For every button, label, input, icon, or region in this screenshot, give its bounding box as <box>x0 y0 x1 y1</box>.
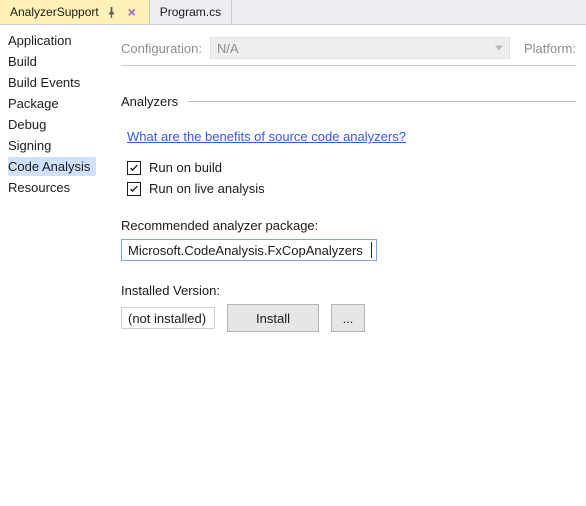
sidebar-item-debug[interactable]: Debug <box>8 115 107 134</box>
sidebar-item-signing[interactable]: Signing <box>8 136 107 155</box>
installed-version-value: (not installed) <box>121 307 215 329</box>
run-on-build-checkbox[interactable] <box>127 161 141 175</box>
sidebar-item-code-analysis[interactable]: Code Analysis <box>8 157 96 176</box>
configuration-select[interactable]: N/A <box>210 37 510 59</box>
tab-label: AnalyzerSupport <box>10 5 99 19</box>
divider <box>188 101 576 102</box>
recommended-package-value: Microsoft.CodeAnalysis.FxCopAnalyzers <box>128 243 363 258</box>
code-analysis-panel: Configuration: N/A Platform: Analyzers W… <box>107 25 586 506</box>
run-on-live-checkbox[interactable] <box>127 182 141 196</box>
browse-package-button[interactable]: ... <box>331 304 365 332</box>
configuration-value: N/A <box>217 41 239 56</box>
sidebar-item-application[interactable]: Application <box>8 31 107 50</box>
run-on-live-label: Run on live analysis <box>149 181 265 196</box>
close-icon[interactable]: × <box>125 5 139 19</box>
sidebar-item-build-events[interactable]: Build Events <box>8 73 107 92</box>
sidebar-item-build[interactable]: Build <box>8 52 107 71</box>
pin-icon[interactable] <box>105 5 119 19</box>
installed-version-label: Installed Version: <box>121 283 576 298</box>
benefits-link[interactable]: What are the benefits of source code ana… <box>127 129 406 144</box>
sidebar-item-resources[interactable]: Resources <box>8 178 107 197</box>
run-on-build-label: Run on build <box>149 160 222 175</box>
tab-label: Program.cs <box>160 5 221 19</box>
analyzers-heading: Analyzers <box>121 94 178 109</box>
recommended-package-input[interactable]: Microsoft.CodeAnalysis.FxCopAnalyzers <box>121 239 377 261</box>
configuration-label: Configuration: <box>121 41 202 56</box>
project-properties-sidebar: Application Build Build Events Package D… <box>0 25 107 506</box>
tab-program-cs[interactable]: Program.cs <box>150 0 232 24</box>
tab-bar: AnalyzerSupport × Program.cs <box>0 0 586 25</box>
platform-label: Platform: <box>524 41 576 56</box>
sidebar-item-package[interactable]: Package <box>8 94 107 113</box>
recommended-package-label: Recommended analyzer package: <box>121 218 576 233</box>
text-caret <box>371 242 372 258</box>
divider <box>121 65 576 66</box>
install-button[interactable]: Install <box>227 304 319 332</box>
tab-analyzer-support[interactable]: AnalyzerSupport × <box>0 0 150 24</box>
